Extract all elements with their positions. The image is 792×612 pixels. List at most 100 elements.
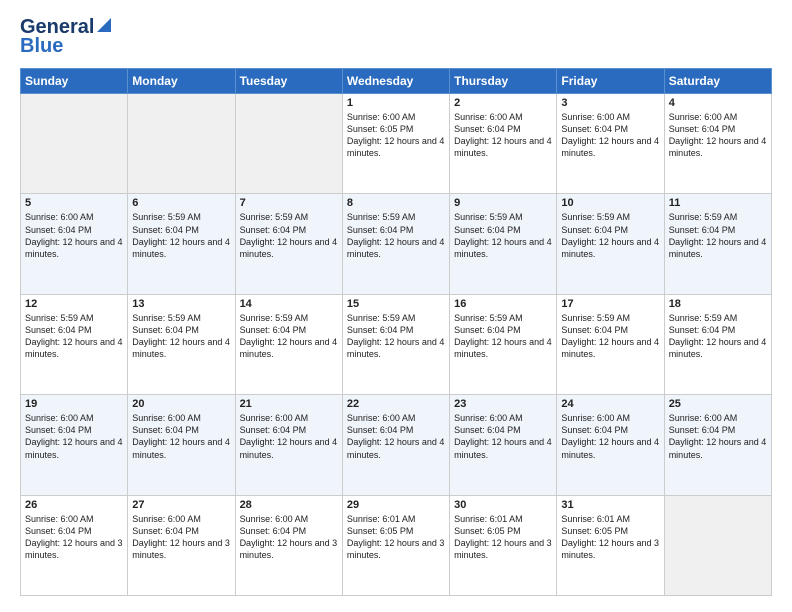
cell-content: Sunrise: 6:00 AMSunset: 6:04 PMDaylight:… (454, 111, 552, 160)
calendar-cell: 10 Sunrise: 5:59 AMSunset: 6:04 PMDayligh… (557, 194, 664, 294)
cell-content: Sunrise: 6:00 AMSunset: 6:04 PMDaylight:… (25, 412, 123, 461)
day-number: 16 (454, 298, 552, 310)
calendar-cell: 24 Sunrise: 6:00 AMSunset: 6:04 PMDayligh… (557, 395, 664, 495)
calendar-cell: 25Sunrise: 6:00 AMSunset: 6:04 PMDayligh… (664, 395, 771, 495)
logo-blue: Blue (20, 35, 63, 58)
cell-content: Sunrise: 5:59 AMSunset: 6:04 PMDaylight:… (240, 312, 338, 361)
day-number: 22 (347, 398, 445, 410)
calendar-week-row: 26 Sunrise: 6:00 AMSunset: 6:04 PMDayligh… (21, 495, 772, 595)
day-number: 24 (561, 398, 659, 410)
day-number: 10 (561, 197, 659, 209)
page: General Blue SundayMondayTuesdayWednesda… (0, 0, 792, 612)
calendar-cell: 27 Sunrise: 6:00 AMSunset: 6:04 PMDayligh… (128, 495, 235, 595)
calendar-cell: 26 Sunrise: 6:00 AMSunset: 6:04 PMDayligh… (21, 495, 128, 595)
cell-content: Sunrise: 6:00 AMSunset: 6:04 PMDaylight:… (669, 412, 767, 461)
calendar-cell: 18Sunrise: 5:59 AMSunset: 6:04 PMDayligh… (664, 294, 771, 394)
cell-content: Sunrise: 6:00 AMSunset: 6:04 PMDaylight:… (132, 412, 230, 461)
calendar-day-header: Sunday (21, 69, 128, 94)
calendar-cell: 8 Sunrise: 5:59 AMSunset: 6:04 PMDaylight… (342, 194, 449, 294)
calendar-cell: 14 Sunrise: 5:59 AMSunset: 6:04 PMDayligh… (235, 294, 342, 394)
day-number: 7 (240, 197, 338, 209)
logo-triangle-icon (97, 14, 111, 37)
day-number: 13 (132, 298, 230, 310)
calendar-day-header: Monday (128, 69, 235, 94)
day-number: 11 (669, 197, 767, 209)
cell-content: Sunrise: 5:59 AMSunset: 6:04 PMDaylight:… (240, 211, 338, 260)
calendar-cell: 28 Sunrise: 6:00 AMSunset: 6:04 PMDayligh… (235, 495, 342, 595)
calendar-cell: 13 Sunrise: 5:59 AMSunset: 6:04 PMDayligh… (128, 294, 235, 394)
day-number: 20 (132, 398, 230, 410)
logo: General Blue (20, 16, 111, 58)
day-number: 9 (454, 197, 552, 209)
cell-content: Sunrise: 6:00 AMSunset: 6:04 PMDaylight:… (132, 513, 230, 562)
cell-content: Sunrise: 5:59 AMSunset: 6:04 PMDaylight:… (454, 312, 552, 361)
calendar-cell: 6Sunrise: 5:59 AMSunset: 6:04 PMDaylight… (128, 194, 235, 294)
cell-content: Sunrise: 5:59 AMSunset: 6:04 PMDaylight:… (132, 312, 230, 361)
calendar-cell: 7 Sunrise: 5:59 AMSunset: 6:04 PMDaylight… (235, 194, 342, 294)
cell-content: Sunrise: 5:59 AMSunset: 6:04 PMDaylight:… (669, 312, 767, 361)
cell-content: Sunrise: 6:00 AMSunset: 6:04 PMDaylight:… (669, 111, 767, 160)
calendar-week-row: 12 Sunrise: 5:59 AMSunset: 6:04 PMDayligh… (21, 294, 772, 394)
calendar-cell (128, 94, 235, 194)
calendar-week-row: 5Sunrise: 6:00 AMSunset: 6:04 PMDaylight… (21, 194, 772, 294)
calendar-table: SundayMondayTuesdayWednesdayThursdayFrid… (20, 68, 772, 596)
cell-content: Sunrise: 5:59 AMSunset: 6:04 PMDaylight:… (347, 211, 445, 260)
calendar-week-row: 1 Sunrise: 6:00 AMSunset: 6:05 PMDaylight… (21, 94, 772, 194)
cell-content: Sunrise: 6:00 AMSunset: 6:05 PMDaylight:… (347, 111, 445, 160)
calendar-cell: 15Sunrise: 5:59 AMSunset: 6:04 PMDayligh… (342, 294, 449, 394)
calendar-cell: 31 Sunrise: 6:01 AMSunset: 6:05 PMDayligh… (557, 495, 664, 595)
cell-content: Sunrise: 5:59 AMSunset: 6:04 PMDaylight:… (561, 312, 659, 361)
cell-content: Sunrise: 5:59 AMSunset: 6:04 PMDaylight:… (669, 211, 767, 260)
calendar-day-header: Friday (557, 69, 664, 94)
calendar-cell: 20 Sunrise: 6:00 AMSunset: 6:04 PMDayligh… (128, 395, 235, 495)
cell-content: Sunrise: 6:00 AMSunset: 6:04 PMDaylight:… (240, 513, 338, 562)
calendar-cell: 12Sunrise: 5:59 AMSunset: 6:04 PMDayligh… (21, 294, 128, 394)
day-number: 12 (25, 298, 123, 310)
calendar-cell: 19Sunrise: 6:00 AMSunset: 6:04 PMDayligh… (21, 395, 128, 495)
day-number: 14 (240, 298, 338, 310)
calendar-cell (235, 94, 342, 194)
calendar-cell: 17 Sunrise: 5:59 AMSunset: 6:04 PMDayligh… (557, 294, 664, 394)
calendar-cell: 1 Sunrise: 6:00 AMSunset: 6:05 PMDaylight… (342, 94, 449, 194)
day-number: 3 (561, 97, 659, 109)
calendar-cell: 5Sunrise: 6:00 AMSunset: 6:04 PMDaylight… (21, 194, 128, 294)
calendar-week-row: 19Sunrise: 6:00 AMSunset: 6:04 PMDayligh… (21, 395, 772, 495)
calendar-cell: 22Sunrise: 6:00 AMSunset: 6:04 PMDayligh… (342, 395, 449, 495)
day-number: 17 (561, 298, 659, 310)
cell-content: Sunrise: 6:00 AMSunset: 6:04 PMDaylight:… (25, 513, 123, 562)
calendar-cell: 16 Sunrise: 5:59 AMSunset: 6:04 PMDayligh… (450, 294, 557, 394)
day-number: 2 (454, 97, 552, 109)
day-number: 1 (347, 97, 445, 109)
cell-content: Sunrise: 6:00 AMSunset: 6:04 PMDaylight:… (454, 412, 552, 461)
calendar-cell: 3 Sunrise: 6:00 AMSunset: 6:04 PMDaylight… (557, 94, 664, 194)
cell-content: Sunrise: 6:00 AMSunset: 6:04 PMDaylight:… (561, 111, 659, 160)
cell-content: Sunrise: 6:00 AMSunset: 6:04 PMDaylight:… (561, 412, 659, 461)
header: General Blue (20, 16, 772, 58)
day-number: 8 (347, 197, 445, 209)
day-number: 31 (561, 499, 659, 511)
cell-content: Sunrise: 6:01 AMSunset: 6:05 PMDaylight:… (454, 513, 552, 562)
day-number: 26 (25, 499, 123, 511)
calendar-cell: 11 Sunrise: 5:59 AMSunset: 6:04 PMDayligh… (664, 194, 771, 294)
cell-content: Sunrise: 6:00 AMSunset: 6:04 PMDaylight:… (25, 211, 123, 260)
day-number: 30 (454, 499, 552, 511)
calendar-cell: 21 Sunrise: 6:00 AMSunset: 6:04 PMDayligh… (235, 395, 342, 495)
calendar-day-header: Wednesday (342, 69, 449, 94)
cell-content: Sunrise: 6:00 AMSunset: 6:04 PMDaylight:… (240, 412, 338, 461)
cell-content: Sunrise: 6:01 AMSunset: 6:05 PMDaylight:… (347, 513, 445, 562)
day-number: 28 (240, 499, 338, 511)
calendar-day-header: Thursday (450, 69, 557, 94)
calendar-day-header: Tuesday (235, 69, 342, 94)
calendar-cell (664, 495, 771, 595)
calendar-cell: 2 Sunrise: 6:00 AMSunset: 6:04 PMDaylight… (450, 94, 557, 194)
calendar-cell: 30 Sunrise: 6:01 AMSunset: 6:05 PMDayligh… (450, 495, 557, 595)
cell-content: Sunrise: 5:59 AMSunset: 6:04 PMDaylight:… (561, 211, 659, 260)
day-number: 27 (132, 499, 230, 511)
cell-content: Sunrise: 5:59 AMSunset: 6:04 PMDaylight:… (347, 312, 445, 361)
day-number: 21 (240, 398, 338, 410)
calendar-cell: 9Sunrise: 5:59 AMSunset: 6:04 PMDaylight… (450, 194, 557, 294)
calendar-cell: 23Sunrise: 6:00 AMSunset: 6:04 PMDayligh… (450, 395, 557, 495)
day-number: 4 (669, 97, 767, 109)
cell-content: Sunrise: 6:01 AMSunset: 6:05 PMDaylight:… (561, 513, 659, 562)
calendar-cell: 4 Sunrise: 6:00 AMSunset: 6:04 PMDaylight… (664, 94, 771, 194)
